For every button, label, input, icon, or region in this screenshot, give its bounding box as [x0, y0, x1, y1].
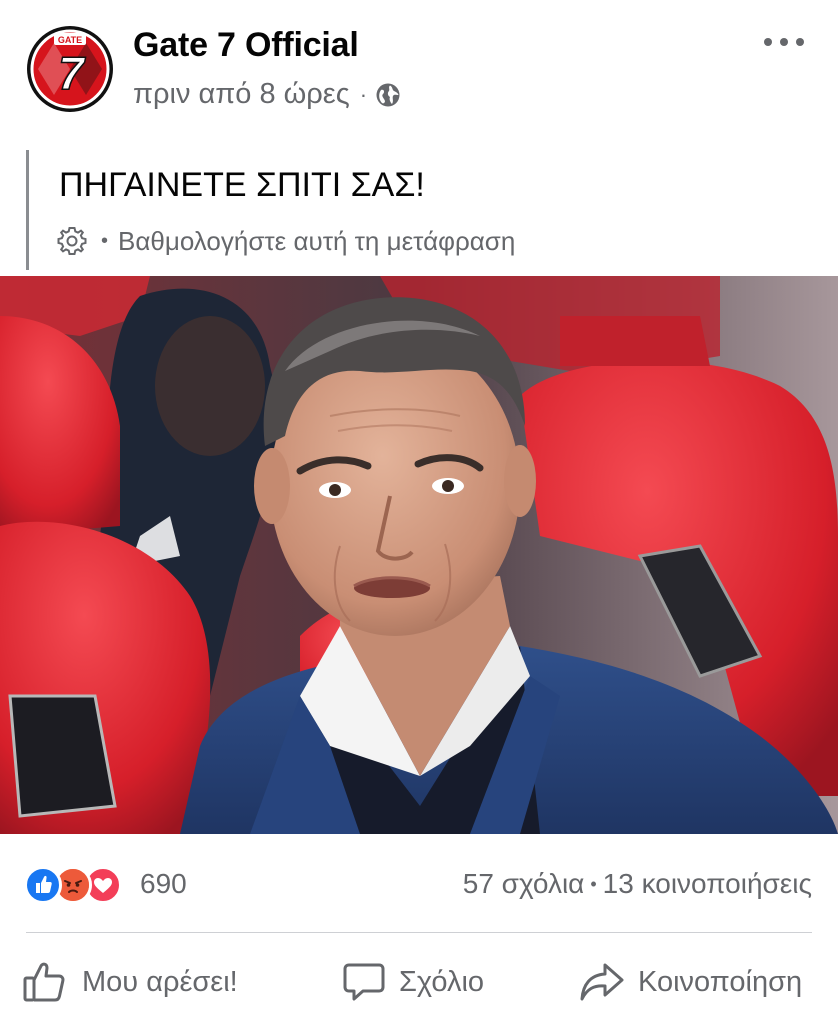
reaction-count[interactable]: 690 [140, 868, 187, 900]
shares-count[interactable]: 13 κοινοποιήσεις [603, 868, 812, 899]
post-photo[interactable] [0, 276, 838, 834]
more-dot-icon [796, 38, 804, 46]
share-button[interactable]: Κοινοποίηση [580, 957, 802, 1007]
gate7-logo: GATE 7 [24, 23, 116, 115]
translate-separator: • [101, 229, 109, 252]
page-avatar[interactable]: GATE 7 [24, 23, 116, 115]
more-dot-icon [780, 38, 788, 46]
reactions-summary[interactable]: 690 57 σχόλια • 13 κοινοποιήσεις [0, 860, 838, 910]
post-text: ΠΗΓΑΙΝΕΤΕ ΣΠΙΤΙ ΣΑΣ! [59, 166, 425, 204]
page-name[interactable]: Gate 7 Official [133, 26, 359, 65]
share-icon [580, 963, 624, 1001]
post-body: ΠΗΓΑΙΝΕΤΕ ΣΠΙΤΙ ΣΑΣ! • Βαθμολογήστε αυτή… [26, 150, 819, 270]
comment-icon [343, 963, 385, 1001]
more-dot-icon [764, 38, 772, 46]
rate-translation-link[interactable]: Βαθμολογήστε αυτή τη μετάφραση [118, 226, 515, 257]
meta-separator: · [359, 81, 368, 107]
post-meta: πριν από 8 ώρες · [133, 78, 401, 111]
engagement-separator: • [590, 874, 597, 894]
like-label: Μου αρέσει! [82, 965, 238, 998]
engagement-stats: 57 σχόλια • 13 κοινοποιήσεις [463, 868, 812, 900]
comments-count[interactable]: 57 σχόλια [463, 868, 585, 899]
comment-button[interactable]: Σχόλιο [343, 957, 484, 1007]
gear-icon [55, 224, 89, 258]
like-reaction-icon [24, 866, 62, 904]
post-time[interactable]: πριν από 8 ώρες [133, 78, 350, 111]
share-label: Κοινοποίηση [638, 965, 803, 998]
reaction-icons[interactable] [24, 866, 134, 904]
post-actions: Μου αρέσει! Σχόλιο Κοινοποίηση [0, 945, 838, 1020]
thumbs-up-icon [23, 962, 65, 1002]
more-options-button[interactable] [764, 34, 804, 50]
comment-label: Σχόλιο [399, 965, 485, 998]
post-header: GATE 7 Gate 7 Official πριν από 8 ώρες · [0, 0, 838, 130]
globe-icon[interactable] [375, 82, 401, 108]
like-button[interactable]: Μου αρέσει! [22, 957, 238, 1007]
avatar-number: 7 [58, 47, 86, 99]
avatar-gate-text: GATE [58, 35, 82, 45]
actions-divider [26, 932, 812, 933]
translation-rating-row[interactable]: • Βαθμολογήστε αυτή τη μετάφραση [55, 224, 515, 258]
